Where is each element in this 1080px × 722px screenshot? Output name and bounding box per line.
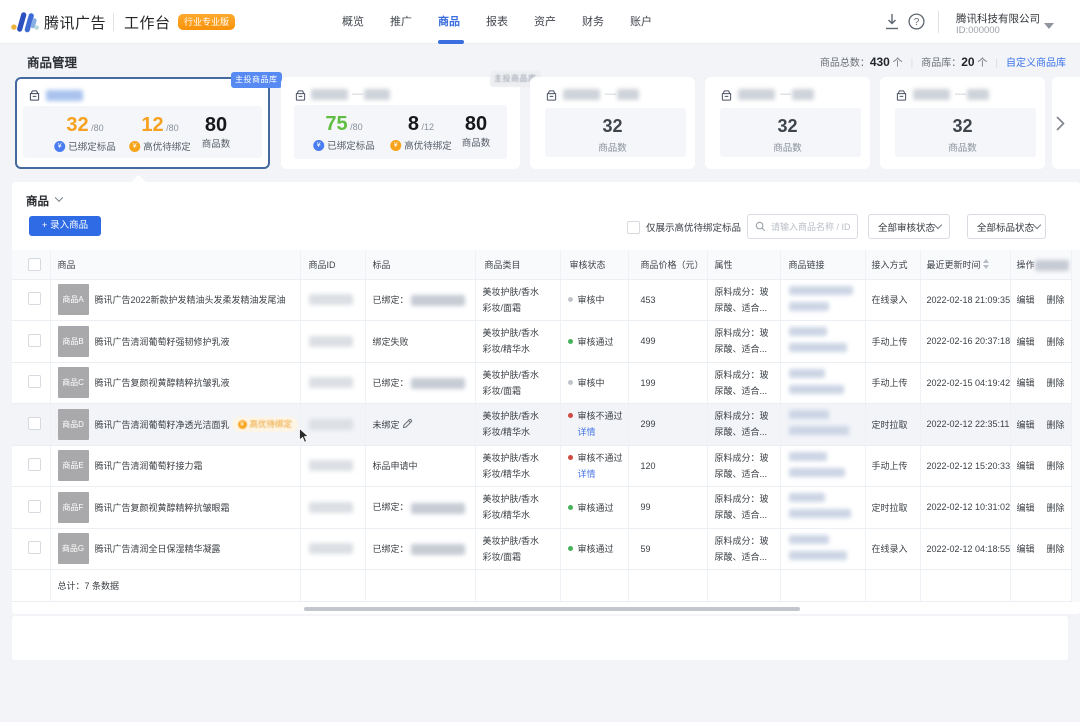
svg-text:?: ? — [914, 17, 920, 28]
